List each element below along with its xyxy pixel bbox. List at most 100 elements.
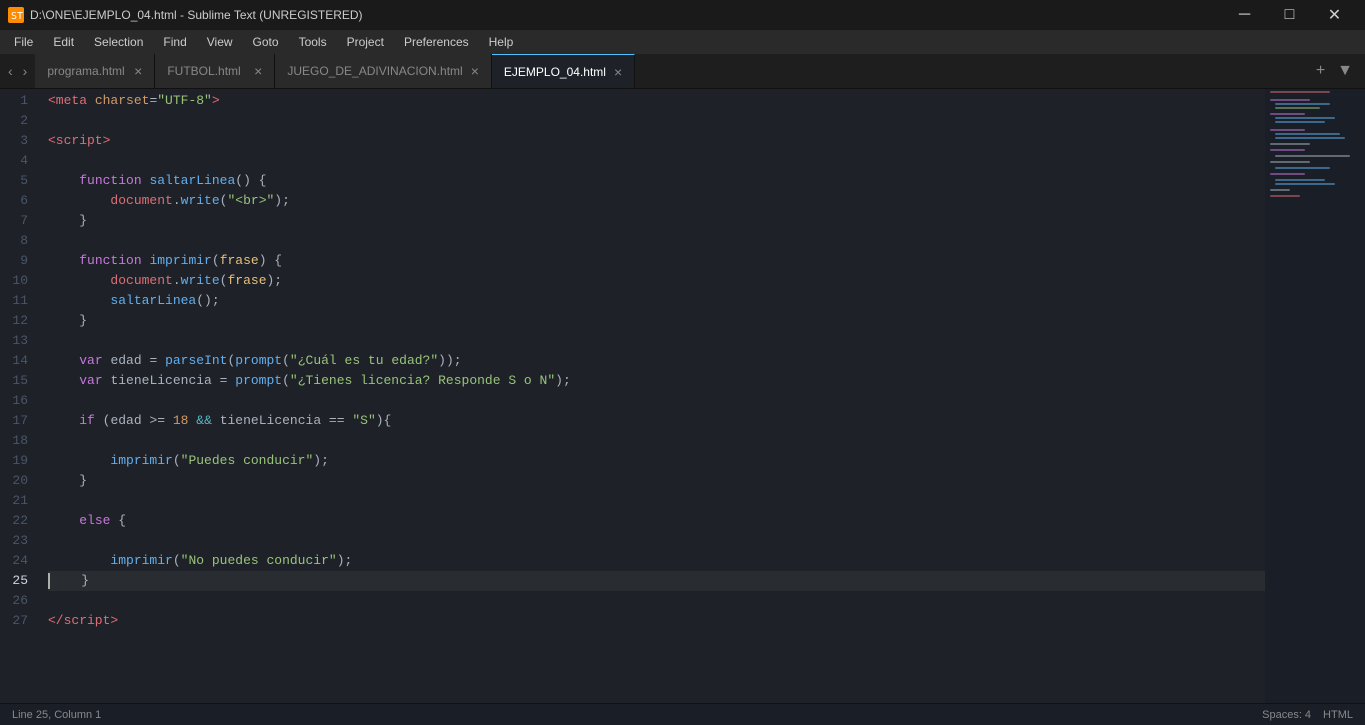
tab-ejemplo-label: EJEMPLO_04.html [504,65,606,79]
status-language: HTML [1323,709,1353,721]
line-num-20: 20 [8,471,28,491]
code-line-2 [48,111,1265,131]
title-bar: ST D:\ONE\EJEMPLO_04.html - Sublime Text… [0,0,1365,30]
tab-futbol-label: FUTBOL.html [167,64,240,78]
line-num-5: 5 [8,171,28,191]
code-line-24: imprimir("No puedes conducir"); [48,551,1265,571]
status-right: Spaces: 4 HTML [1262,709,1353,721]
code-line-19: imprimir("Puedes conducir"); [48,451,1265,471]
menu-tools[interactable]: Tools [289,33,337,51]
title-bar-title: D:\ONE\EJEMPLO_04.html - Sublime Text (U… [30,8,363,22]
tab-programa-label: programa.html [47,64,124,78]
code-line-16 [48,391,1265,411]
tab-list-button[interactable]: ▼ [1333,60,1357,82]
code-line-12: } [48,311,1265,331]
new-tab-button[interactable]: + [1312,60,1329,82]
tab-bar-right: + ▼ [1304,54,1365,88]
line-num-3: 3 [8,131,28,151]
line-num-16: 16 [8,391,28,411]
code-line-25: } [48,571,1265,591]
tab-ejemplo-close[interactable]: × [614,65,622,79]
line-num-27: 27 [8,611,28,631]
line-numbers: 1 2 3 4 5 6 7 8 9 10 11 12 13 14 15 16 1… [0,89,40,703]
line-num-24: 24 [8,551,28,571]
line-num-26: 26 [8,591,28,611]
tab-juego-close[interactable]: × [471,64,479,78]
tab-futbol[interactable]: FUTBOL.html × [155,54,275,88]
line-num-10: 10 [8,271,28,291]
minimize-button[interactable]: ─ [1222,0,1267,30]
tab-juego[interactable]: JUEGO_DE_ADIVINACION.html × [275,54,492,88]
code-line-21 [48,491,1265,511]
line-num-14: 14 [8,351,28,371]
code-line-6: document.write("<br>"); [48,191,1265,211]
menu-edit[interactable]: Edit [43,33,84,51]
line-num-13: 13 [8,331,28,351]
line-num-22: 22 [8,511,28,531]
code-line-9: function imprimir(frase) { [48,251,1265,271]
code-line-26 [48,591,1265,611]
line-num-18: 18 [8,431,28,451]
code-line-13 [48,331,1265,351]
menu-view[interactable]: View [197,33,243,51]
status-bar: Line 25, Column 1 Spaces: 4 HTML [0,703,1365,725]
menu-selection[interactable]: Selection [84,33,153,51]
minimap [1265,89,1365,703]
maximize-button[interactable]: □ [1267,0,1312,30]
tab-juego-label: JUEGO_DE_ADIVINACION.html [287,64,462,78]
line-num-7: 7 [8,211,28,231]
tab-futbol-close[interactable]: × [254,64,262,78]
tab-bar: ‹ › programa.html × FUTBOL.html × JUEGO_… [0,54,1365,89]
code-line-18 [48,431,1265,451]
tab-prev-button[interactable]: ‹ [4,61,17,81]
code-line-15: var tieneLicencia = prompt("¿Tienes lice… [48,371,1265,391]
menu-bar: File Edit Selection Find View Goto Tools… [0,30,1365,54]
line-num-25: 25 [8,571,28,591]
title-bar-left: ST D:\ONE\EJEMPLO_04.html - Sublime Text… [8,7,363,23]
tab-ejemplo[interactable]: EJEMPLO_04.html × [492,54,635,88]
code-line-7: } [48,211,1265,231]
code-line-27: </script> [48,611,1265,631]
line-num-2: 2 [8,111,28,131]
line-num-19: 19 [8,451,28,471]
editor-area: 1 2 3 4 5 6 7 8 9 10 11 12 13 14 15 16 1… [0,89,1365,703]
menu-project[interactable]: Project [337,33,394,51]
code-content[interactable]: <meta charset="UTF-8"> <script> function… [40,89,1265,703]
close-button[interactable]: ✕ [1312,0,1357,30]
window-controls: ─ □ ✕ [1222,0,1357,30]
line-num-6: 6 [8,191,28,211]
code-line-20: } [48,471,1265,491]
line-num-23: 23 [8,531,28,551]
svg-text:ST: ST [11,11,23,22]
tab-next-button[interactable]: › [19,61,32,81]
code-line-14: var edad = parseInt(prompt("¿Cuál es tu … [48,351,1265,371]
tab-programa[interactable]: programa.html × [35,54,155,88]
line-num-21: 21 [8,491,28,511]
line-num-8: 8 [8,231,28,251]
code-line-4 [48,151,1265,171]
code-line-5: function saltarLinea() { [48,171,1265,191]
line-num-9: 9 [8,251,28,271]
status-spaces: Spaces: 4 [1262,709,1311,721]
code-line-10: document.write(frase); [48,271,1265,291]
app-icon: ST [8,7,24,23]
code-line-11: saltarLinea(); [48,291,1265,311]
code-line-8 [48,231,1265,251]
tab-nav-buttons: ‹ › [0,54,35,88]
code-line-1: <meta charset="UTF-8"> [48,91,1265,111]
menu-find[interactable]: Find [153,33,196,51]
line-num-15: 15 [8,371,28,391]
line-num-12: 12 [8,311,28,331]
line-num-11: 11 [8,291,28,311]
menu-preferences[interactable]: Preferences [394,33,479,51]
line-num-1: 1 [8,91,28,111]
menu-goto[interactable]: Goto [243,33,289,51]
menu-help[interactable]: Help [479,33,524,51]
code-line-17: if (edad >= 18 && tieneLicencia == "S"){ [48,411,1265,431]
tab-programa-close[interactable]: × [134,64,142,78]
menu-file[interactable]: File [4,33,43,51]
status-left: Line 25, Column 1 [12,709,101,721]
code-line-23 [48,531,1265,551]
status-position: Line 25, Column 1 [12,709,101,721]
code-line-22: else { [48,511,1265,531]
